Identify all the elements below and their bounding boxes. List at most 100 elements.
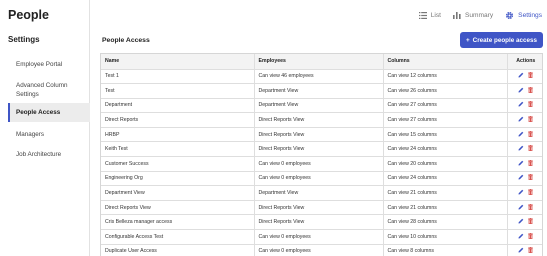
- table-row[interactable]: Configurable Access Test Can view 0 emplo…: [101, 229, 542, 245]
- pencil-icon[interactable]: [518, 72, 524, 78]
- delete-button[interactable]: [528, 218, 534, 225]
- edit-button[interactable]: [518, 218, 524, 224]
- table-row[interactable]: Test Department View Can view 26 columns: [101, 83, 542, 99]
- delete-button[interactable]: [528, 145, 534, 152]
- edit-button[interactable]: [518, 145, 524, 151]
- pencil-icon[interactable]: [518, 174, 524, 180]
- nav-summary[interactable]: Summary: [452, 12, 493, 19]
- cell-name: Customer Success: [101, 156, 254, 172]
- table-row[interactable]: Customer Success Can view 0 employees Can …: [101, 156, 542, 172]
- table-row[interactable]: Department View Department View Can view 2…: [101, 185, 542, 201]
- cell-name: Direct Reports View: [101, 200, 254, 216]
- trash-icon[interactable]: [528, 72, 534, 79]
- table-row[interactable]: Engineering Org Can view 0 employees Can v…: [101, 171, 542, 187]
- delete-button[interactable]: [528, 86, 534, 93]
- trash-icon[interactable]: [528, 174, 534, 181]
- sidebar-title: Settings: [8, 35, 40, 44]
- pencil-icon[interactable]: [518, 189, 524, 195]
- trash-icon[interactable]: [528, 86, 534, 93]
- column-header-employees[interactable]: Employees: [253, 54, 383, 70]
- delete-button[interactable]: [528, 159, 534, 166]
- cell-actions: [506, 171, 542, 187]
- trash-icon[interactable]: [528, 189, 534, 196]
- trash-icon[interactable]: [528, 101, 534, 108]
- cell-actions: [506, 229, 542, 245]
- column-header-name[interactable]: Name: [101, 54, 254, 70]
- people-access-table: Name Employees Columns Actions Test 1 Can…: [100, 53, 543, 256]
- table-row[interactable]: Keith Test Direct Reports View Can view 24…: [101, 141, 542, 158]
- cell-employees: Can view 0 employees: [253, 229, 383, 245]
- trash-icon[interactable]: [528, 116, 534, 123]
- edit-button[interactable]: [518, 233, 524, 239]
- cell-employees: Can view 46 employees: [253, 69, 383, 85]
- delete-button[interactable]: [528, 72, 534, 79]
- table-row[interactable]: HRBP Direct Reports View Can view 15 colum…: [101, 127, 542, 143]
- cell-actions: [506, 214, 542, 231]
- table-row[interactable]: Direct Reports View Direct Reports View Ca…: [101, 200, 542, 216]
- table-row[interactable]: Direct Reports Direct Reports View Can vie…: [101, 112, 542, 128]
- trash-icon[interactable]: [528, 218, 534, 225]
- nav-settings[interactable]: Settings: [505, 11, 542, 20]
- trash-icon[interactable]: [528, 130, 534, 137]
- sidebar-item-job-architecture[interactable]: Job Architecture: [8, 144, 90, 164]
- table-row[interactable]: Test 1 Can view 46 employees Can view 12 c…: [101, 69, 542, 85]
- column-header-columns[interactable]: Columns: [382, 54, 507, 70]
- delete-button[interactable]: [528, 130, 534, 137]
- edit-button[interactable]: [518, 72, 524, 78]
- sidebar: Settings Employee Portal Advanced Column…: [0, 0, 90, 256]
- delete-button[interactable]: [528, 203, 534, 210]
- trash-icon[interactable]: [528, 247, 534, 254]
- sidebar-item-people-access[interactable]: People Access: [8, 103, 90, 122]
- trash-icon[interactable]: [528, 203, 534, 210]
- edit-button[interactable]: [518, 160, 524, 166]
- table-row[interactable]: Duplicate User Access Can view 0 employee…: [101, 244, 542, 256]
- pencil-icon[interactable]: [518, 145, 524, 151]
- delete-button[interactable]: [528, 232, 534, 239]
- cell-name: Test: [101, 83, 254, 99]
- delete-button[interactable]: [528, 116, 534, 123]
- nav-list[interactable]: List: [418, 12, 441, 19]
- edit-button[interactable]: [518, 247, 524, 253]
- table-row[interactable]: Cris Belleza manager access Direct Report…: [101, 214, 542, 231]
- cell-actions: [506, 185, 542, 201]
- edit-button[interactable]: [518, 116, 524, 122]
- sidebar-list: Employee Portal Advanced Column Settings…: [8, 52, 90, 164]
- pencil-icon[interactable]: [518, 204, 524, 210]
- pencil-icon[interactable]: [518, 218, 524, 224]
- edit-button[interactable]: [518, 87, 524, 93]
- create-people-access-button[interactable]: + Create people access: [460, 32, 543, 48]
- edit-button[interactable]: [518, 101, 524, 107]
- trash-icon[interactable]: [528, 159, 534, 166]
- delete-button[interactable]: [528, 189, 534, 196]
- sidebar-item-employee-portal[interactable]: Employee Portal: [8, 52, 90, 77]
- pencil-icon[interactable]: [518, 131, 524, 137]
- cell-name: Direct Reports: [101, 112, 254, 128]
- edit-button[interactable]: [518, 189, 524, 195]
- trash-icon[interactable]: [528, 232, 534, 239]
- cell-actions: [506, 244, 542, 256]
- sidebar-item-label: Employee Portal: [16, 61, 63, 68]
- delete-button[interactable]: [528, 247, 534, 254]
- pencil-icon[interactable]: [518, 87, 524, 93]
- cell-actions: [506, 127, 542, 143]
- cell-actions: [506, 69, 542, 85]
- pencil-icon[interactable]: [518, 101, 524, 107]
- cell-actions: [506, 98, 542, 114]
- list-icon: [418, 12, 427, 19]
- cell-employees: Direct Reports View: [253, 214, 383, 231]
- edit-button[interactable]: [518, 204, 524, 210]
- sidebar-item-managers[interactable]: Managers: [8, 124, 90, 144]
- cell-employees: Can view 0 employees: [253, 171, 383, 187]
- delete-button[interactable]: [528, 174, 534, 181]
- pencil-icon[interactable]: [518, 233, 524, 239]
- cell-employees: Direct Reports View: [253, 141, 383, 158]
- trash-icon[interactable]: [528, 145, 534, 152]
- pencil-icon[interactable]: [518, 116, 524, 122]
- sidebar-item-advanced-column-settings[interactable]: Advanced Column Settings: [8, 77, 90, 103]
- edit-button[interactable]: [518, 174, 524, 180]
- pencil-icon[interactable]: [518, 160, 524, 166]
- delete-button[interactable]: [528, 101, 534, 108]
- table-row[interactable]: Department Department View Can view 27 col…: [101, 98, 542, 114]
- pencil-icon[interactable]: [518, 247, 524, 253]
- edit-button[interactable]: [518, 131, 524, 137]
